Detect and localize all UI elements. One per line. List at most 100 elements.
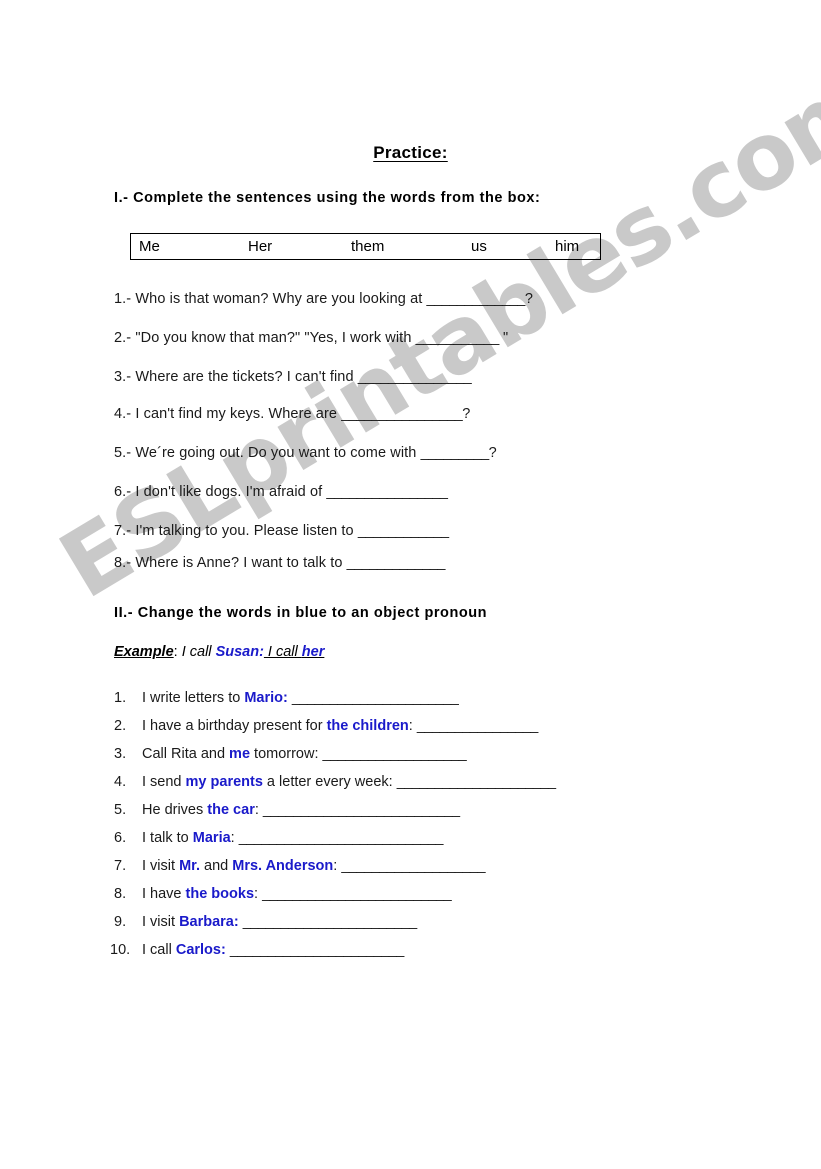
item-tail: ? xyxy=(488,445,497,461)
item-number: 4. xyxy=(114,774,127,790)
item-pre: I call xyxy=(142,942,176,958)
item-text: Who is that woman? Why are you looking a… xyxy=(135,291,427,307)
document-content: Practice: I.- Complete the sentences usi… xyxy=(0,0,821,1169)
word-bank-item-2: Her xyxy=(248,238,273,255)
item-post: : xyxy=(408,718,417,734)
item-body: I visit Barbara: _______________________ xyxy=(142,914,417,930)
item-number: 6.- xyxy=(114,484,132,500)
item-number: 8. xyxy=(114,886,127,902)
item-number: 1.- xyxy=(114,291,132,307)
item-pre: I visit xyxy=(142,858,180,874)
word-bank-item-3: them xyxy=(351,238,385,255)
item-pre: I have xyxy=(142,886,186,902)
item-body: He drives the car: _____________________… xyxy=(142,802,460,818)
answer-blank[interactable]: _______________________ xyxy=(243,914,417,930)
item-number: 8.- xyxy=(114,555,132,571)
item-blue-phrase: Mario: xyxy=(244,690,288,706)
example-label: Example xyxy=(114,644,174,660)
exercise-1-item: 6.- I don't like dogs. I'm afraid of ___… xyxy=(114,484,448,500)
item-number: 10. xyxy=(110,942,131,958)
page-title: Practice: xyxy=(0,143,821,163)
item-blue-phrase: the children xyxy=(326,718,409,734)
item-pre: I talk to xyxy=(142,830,193,846)
section-2-heading: II.- Change the words in blue to an obje… xyxy=(114,605,488,621)
item-tail: " xyxy=(498,330,509,346)
answer-blank[interactable]: _______________________ xyxy=(230,942,404,958)
item-blue-phrase-2: Mrs. Anderson xyxy=(232,858,334,874)
answer-blank[interactable]: _____________ xyxy=(427,291,526,307)
item-text: Where are the tickets? I can't find xyxy=(135,369,358,385)
example-prompt: I call xyxy=(177,644,216,660)
item-pre: I visit xyxy=(142,914,180,930)
item-body: I visit Mr. and Mrs. Anderson: _________… xyxy=(142,858,486,874)
answer-blank[interactable]: ______________________ xyxy=(292,690,459,706)
answer-blank[interactable]: ____________ xyxy=(358,523,449,539)
exercise-1-item: 7.- I'm talking to you. Please listen to… xyxy=(114,523,449,539)
item-pre: I write letters to xyxy=(142,690,245,706)
answer-blank[interactable]: __________________________ xyxy=(263,802,460,818)
answer-blank[interactable]: ________________ xyxy=(417,718,539,734)
exercise-1-item: 8.- Where is Anne? I want to talk to ___… xyxy=(114,555,445,571)
item-post: : xyxy=(254,802,263,818)
item-text: We´re going out. Do you want to come wit… xyxy=(135,445,421,461)
answer-blank[interactable]: _________ xyxy=(421,445,490,461)
item-number: 2. xyxy=(114,718,127,734)
item-text: I can't find my keys. Where are xyxy=(135,406,342,422)
item-post: : xyxy=(230,830,239,846)
item-number: 3.- xyxy=(114,369,132,385)
item-body: Call Rita and me tomorrow: _____________… xyxy=(142,746,467,762)
exercise-1-item: 3.- Where are the tickets? I can't find … xyxy=(114,369,472,385)
item-body: I have the books: ______________________… xyxy=(142,886,452,902)
word-bank-box: Me Her them us him xyxy=(130,233,601,260)
worksheet-page: ESLprintables.com Practice: I.- Complete… xyxy=(0,0,821,1169)
item-number: 2.- xyxy=(114,330,132,346)
page-title-text: Practice: xyxy=(373,143,448,162)
item-pre: I have a birthday present for xyxy=(142,718,327,734)
item-tail: ? xyxy=(524,291,534,307)
item-number: 9. xyxy=(114,914,127,930)
answer-blank[interactable]: ________________ xyxy=(341,406,463,422)
item-blue-phrase: the books xyxy=(185,886,255,902)
item-blue-phrase: Mr. xyxy=(179,858,201,874)
answer-blank[interactable]: ___________________________ xyxy=(239,830,444,846)
word-bank-item-5: him xyxy=(555,238,580,255)
item-text: I'm talking to you. Please listen to xyxy=(135,523,358,539)
answer-blank[interactable]: _____________ xyxy=(347,555,446,571)
item-number: 1. xyxy=(114,690,127,706)
item-number: 3. xyxy=(114,746,127,762)
item-post: tomorrow: xyxy=(250,746,323,762)
item-blue-phrase: Carlos: xyxy=(175,942,226,958)
answer-blank[interactable]: _________________________ xyxy=(262,886,452,902)
item-body: I have a birthday present for the childr… xyxy=(142,718,538,734)
answer-blank[interactable]: ________________ xyxy=(326,484,448,500)
exercise-1-item: 2.- "Do you know that man?" "Yes, I work… xyxy=(114,330,508,346)
item-number: 5.- xyxy=(114,445,132,461)
exercise-1-item: 1.- Who is that woman? Why are you looki… xyxy=(114,291,533,307)
item-post: : xyxy=(254,886,263,902)
item-text: I don't like dogs. I'm afraid of xyxy=(135,484,327,500)
item-body: I call Carlos: _______________________ xyxy=(142,942,404,958)
example-answer-pronoun: her xyxy=(301,644,325,660)
answer-blank[interactable]: ___________ xyxy=(416,330,500,346)
item-body: I talk to Maria: _______________________… xyxy=(142,830,443,846)
item-number: 7. xyxy=(114,858,127,874)
item-blue-phrase: the car xyxy=(207,802,255,818)
word-bank-item-4: us xyxy=(471,238,487,255)
item-pre: I send xyxy=(142,774,186,790)
item-text: Where is Anne? I want to talk to xyxy=(135,555,347,571)
word-bank-item-1: Me xyxy=(139,238,160,255)
answer-blank[interactable]: ___________________ xyxy=(323,746,467,762)
section-1-heading: I.- Complete the sentences using the wor… xyxy=(114,190,541,206)
answer-blank[interactable]: ___________________ xyxy=(341,858,485,874)
item-body: I send my parents a letter every week: _… xyxy=(142,774,556,790)
answer-blank[interactable]: _______________ xyxy=(358,369,472,385)
example-answer-plain: I call xyxy=(263,644,302,660)
item-post: a letter every week: xyxy=(262,774,397,790)
answer-blank[interactable]: _____________________ xyxy=(397,774,556,790)
item-blue-phrase: Barbara: xyxy=(179,914,239,930)
item-pre: Call Rita and xyxy=(142,746,230,762)
example-line: Example: I call Susan: I call her xyxy=(114,644,324,660)
item-blue-phrase: Maria xyxy=(192,830,231,846)
item-pre: He drives xyxy=(142,802,208,818)
item-number: 5. xyxy=(114,802,127,818)
